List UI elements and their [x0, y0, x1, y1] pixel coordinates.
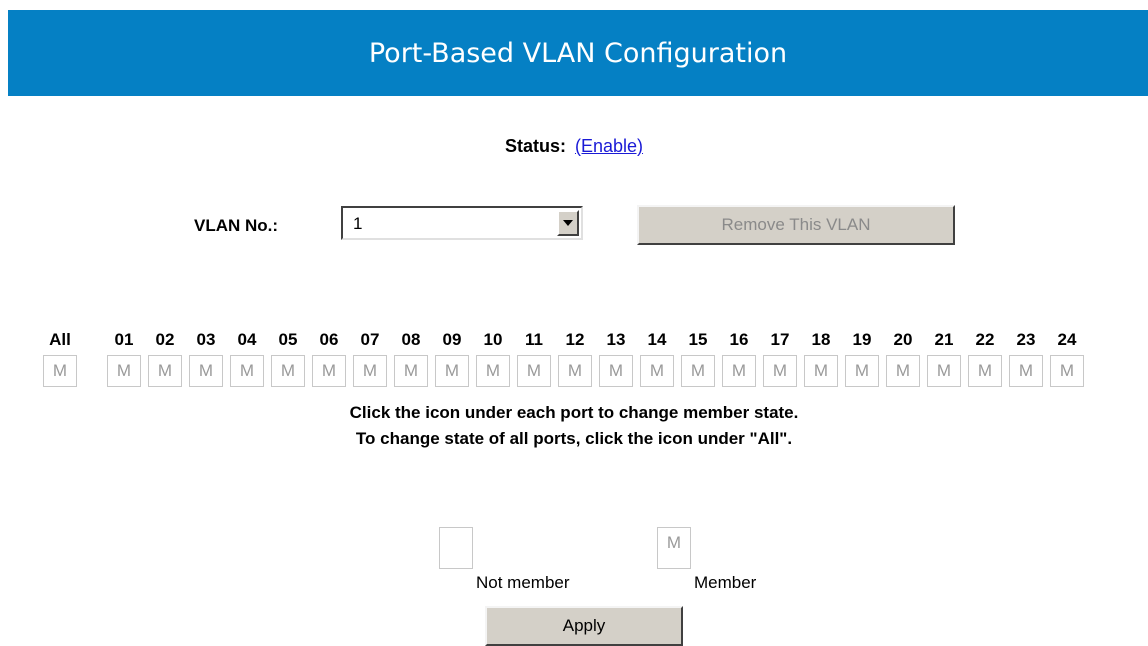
status-label: Status: [504, 136, 566, 156]
member-legend-label: Member [694, 573, 757, 592]
remove-vlan-button[interactable]: Remove This VLAN [637, 205, 955, 245]
port-toggle-11[interactable]: M [517, 355, 551, 387]
port-toggle-20[interactable]: M [886, 355, 920, 387]
port-toggle-22[interactable]: M [968, 355, 1002, 387]
port-label-06: 06 [319, 330, 339, 349]
not-member-legend-label: Not member [476, 573, 570, 592]
port-label-08: 08 [401, 330, 421, 349]
port-toggle-23[interactable]: M [1009, 355, 1043, 387]
port-label-12: 12 [565, 330, 585, 349]
vlan-number-label: VLAN No.: [194, 216, 279, 235]
port-label-22: 22 [975, 330, 995, 349]
page-title: Port-Based VLAN Configuration [368, 37, 788, 69]
member-legend-icon: M [657, 527, 691, 569]
port-label-15: 15 [688, 330, 708, 349]
port-label-10: 10 [483, 330, 503, 349]
port-label-01: 01 [114, 330, 134, 349]
port-toggle-09[interactable]: M [435, 355, 469, 387]
port-label-16: 16 [729, 330, 749, 349]
port-toggle-17[interactable]: M [763, 355, 797, 387]
port-label-all: All [49, 330, 71, 349]
port-toggle-12[interactable]: M [558, 355, 592, 387]
port-label-05: 05 [278, 330, 298, 349]
port-toggle-06[interactable]: M [312, 355, 346, 387]
vlan-number-value: 1 [353, 214, 363, 233]
port-toggle-05[interactable]: M [271, 355, 305, 387]
not-member-legend-icon [439, 527, 473, 569]
port-toggle-10[interactable]: M [476, 355, 510, 387]
port-toggle-19[interactable]: M [845, 355, 879, 387]
port-toggle-21[interactable]: M [927, 355, 961, 387]
port-toggle-13[interactable]: M [599, 355, 633, 387]
port-label-13: 13 [606, 330, 626, 349]
vlan-number-select[interactable]: 1 [341, 206, 583, 240]
port-label-24: 24 [1057, 330, 1077, 349]
port-toggle-14[interactable]: M [640, 355, 674, 387]
apply-button[interactable]: Apply [485, 606, 683, 646]
port-label-19: 19 [852, 330, 872, 349]
port-label-23: 23 [1016, 330, 1036, 349]
port-label-20: 20 [893, 330, 913, 349]
port-toggle-08[interactable]: M [394, 355, 428, 387]
port-toggle-04[interactable]: M [230, 355, 264, 387]
port-label-04: 04 [237, 330, 257, 349]
port-toggle-15[interactable]: M [681, 355, 715, 387]
port-label-14: 14 [647, 330, 667, 349]
port-toggle-18[interactable]: M [804, 355, 838, 387]
port-label-02: 02 [155, 330, 175, 349]
status-enable-link[interactable]: (Enable) [575, 136, 643, 156]
help-text-line1: Click the icon under each port to change… [349, 403, 799, 422]
port-toggle-all[interactable]: M [43, 355, 77, 387]
port-label-07: 07 [360, 330, 380, 349]
page-header: Port-Based VLAN Configuration [8, 10, 1148, 96]
port-label-21: 21 [934, 330, 954, 349]
port-label-17: 17 [770, 330, 790, 349]
help-text-line2: To change state of all ports, click the … [355, 429, 793, 448]
port-toggle-16[interactable]: M [722, 355, 756, 387]
port-toggle-01[interactable]: M [107, 355, 141, 387]
port-toggle-07[interactable]: M [353, 355, 387, 387]
dropdown-arrow-icon[interactable] [557, 210, 579, 236]
status-line: Status: (Enable) [0, 136, 1148, 157]
port-toggle-02[interactable]: M [148, 355, 182, 387]
port-toggle-24[interactable]: M [1050, 355, 1084, 387]
port-label-03: 03 [196, 330, 216, 349]
port-label-11: 11 [525, 330, 543, 349]
port-toggle-03[interactable]: M [189, 355, 223, 387]
port-label-18: 18 [811, 330, 831, 349]
port-label-09: 09 [442, 330, 462, 349]
